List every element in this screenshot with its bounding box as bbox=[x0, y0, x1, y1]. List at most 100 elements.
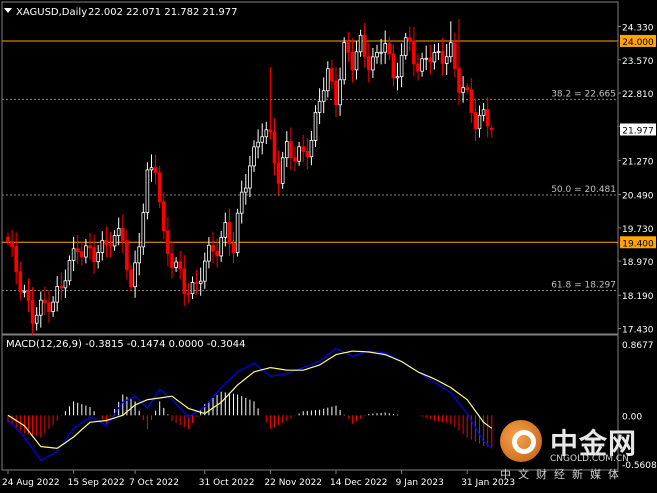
candle-body bbox=[71, 248, 76, 261]
candle-body bbox=[22, 290, 27, 293]
candle-body bbox=[194, 282, 199, 284]
candle-body bbox=[256, 141, 260, 148]
candle-body bbox=[321, 90, 326, 102]
candle-body bbox=[350, 51, 355, 71]
candle-body bbox=[440, 50, 445, 64]
hline-tag-label: 19.400 bbox=[622, 239, 654, 249]
candle-body bbox=[481, 109, 486, 116]
time-tick-label: 9 Jan 2023 bbox=[396, 478, 444, 488]
candle-body bbox=[26, 290, 31, 301]
time-tick-label: 15 Sep 2022 bbox=[68, 478, 125, 488]
candles-layer bbox=[6, 19, 494, 336]
candle-body bbox=[276, 162, 281, 184]
candle-body bbox=[186, 293, 191, 295]
candle-body bbox=[485, 109, 490, 127]
price-tick-label: 20.490 bbox=[622, 192, 654, 202]
candle-body bbox=[301, 146, 305, 152]
candle-body bbox=[211, 244, 215, 252]
price-tick-label: 23.570 bbox=[622, 57, 654, 67]
candle-body bbox=[178, 261, 183, 270]
candle-body bbox=[227, 222, 232, 244]
candle-body bbox=[129, 269, 133, 288]
watermark-subtitle: 中文财经新媒体 bbox=[500, 468, 626, 481]
candle-body bbox=[104, 239, 109, 246]
candle-body bbox=[375, 51, 379, 58]
candle-body bbox=[198, 280, 203, 284]
candle-body bbox=[112, 235, 117, 247]
candle-body bbox=[436, 50, 441, 54]
candle-body bbox=[141, 212, 146, 248]
candle-body bbox=[59, 286, 64, 289]
candle-body bbox=[149, 167, 154, 171]
symbol-label: XAGUSD,Daily bbox=[16, 7, 87, 18]
candle-body bbox=[412, 40, 416, 65]
candle-body bbox=[108, 244, 113, 247]
candle-body bbox=[161, 201, 166, 232]
candle-body bbox=[371, 56, 375, 71]
time-tick-label: 7 Oct 2022 bbox=[129, 478, 179, 488]
candle-body bbox=[330, 68, 334, 82]
candle-body bbox=[51, 301, 55, 312]
price-tick-label: 24.330 bbox=[622, 24, 654, 34]
candle-body bbox=[235, 212, 240, 254]
time-tick-label: 14 Dec 2022 bbox=[330, 478, 388, 488]
candle-body bbox=[207, 244, 211, 262]
candle-body bbox=[268, 129, 273, 133]
candle-body bbox=[170, 253, 174, 268]
candle-body bbox=[116, 228, 121, 236]
candle-body bbox=[284, 141, 289, 159]
candle-body bbox=[309, 140, 314, 158]
current-price-label: 21.977 bbox=[622, 126, 654, 136]
watermark: 中金网 CNGOLD.COM.CN 中文财经新媒体 bbox=[500, 420, 650, 482]
candle-body bbox=[264, 129, 269, 138]
candle-body bbox=[182, 268, 187, 294]
candle-body bbox=[325, 68, 330, 92]
candle-body bbox=[387, 43, 392, 55]
candle-body bbox=[100, 239, 105, 253]
candle-body bbox=[272, 131, 277, 164]
candle-body bbox=[157, 172, 162, 203]
candle-body bbox=[231, 243, 236, 254]
collapse-triangle-icon[interactable] bbox=[4, 8, 12, 13]
candle-body bbox=[473, 112, 478, 130]
candle-body bbox=[424, 57, 428, 60]
candle-body bbox=[465, 87, 469, 91]
candle-body bbox=[18, 271, 23, 292]
candle-body bbox=[297, 146, 301, 162]
candle-body bbox=[453, 42, 457, 69]
candle-body bbox=[219, 236, 224, 257]
candle-body bbox=[305, 151, 310, 158]
candle-body bbox=[6, 236, 10, 242]
time-tick-label: 31 Oct 2022 bbox=[199, 478, 255, 488]
candle-body bbox=[47, 302, 51, 312]
candle-body bbox=[96, 252, 101, 263]
candle-body bbox=[317, 100, 322, 113]
candle-body bbox=[248, 165, 252, 189]
candle-body bbox=[403, 37, 408, 56]
candle-body bbox=[420, 58, 424, 72]
candle-body bbox=[399, 54, 404, 78]
candle-body bbox=[243, 187, 248, 193]
candle-body bbox=[289, 141, 293, 159]
candle-body bbox=[34, 314, 39, 324]
candle-body bbox=[121, 228, 125, 242]
candle-body bbox=[383, 43, 387, 53]
candle-body bbox=[346, 42, 351, 53]
watermark-site: CNGOLD.COM.CN bbox=[550, 454, 629, 464]
candle-body bbox=[239, 191, 244, 214]
price-tick-label: 19.730 bbox=[622, 225, 654, 235]
candle-body bbox=[477, 114, 482, 130]
candle-body bbox=[125, 240, 129, 271]
candle-body bbox=[88, 245, 92, 249]
candle-body bbox=[416, 63, 420, 72]
candle-body bbox=[334, 80, 338, 106]
candle-body bbox=[39, 299, 43, 316]
candle-body bbox=[366, 56, 371, 71]
ohlc-readout: 22.002 22.071 21.782 21.977 bbox=[88, 7, 238, 18]
candle-body bbox=[469, 89, 474, 113]
candle-body bbox=[133, 262, 137, 288]
candle-body bbox=[137, 246, 142, 264]
candle-body bbox=[84, 245, 88, 258]
candle-body bbox=[432, 52, 437, 63]
candle-body bbox=[428, 57, 433, 63]
